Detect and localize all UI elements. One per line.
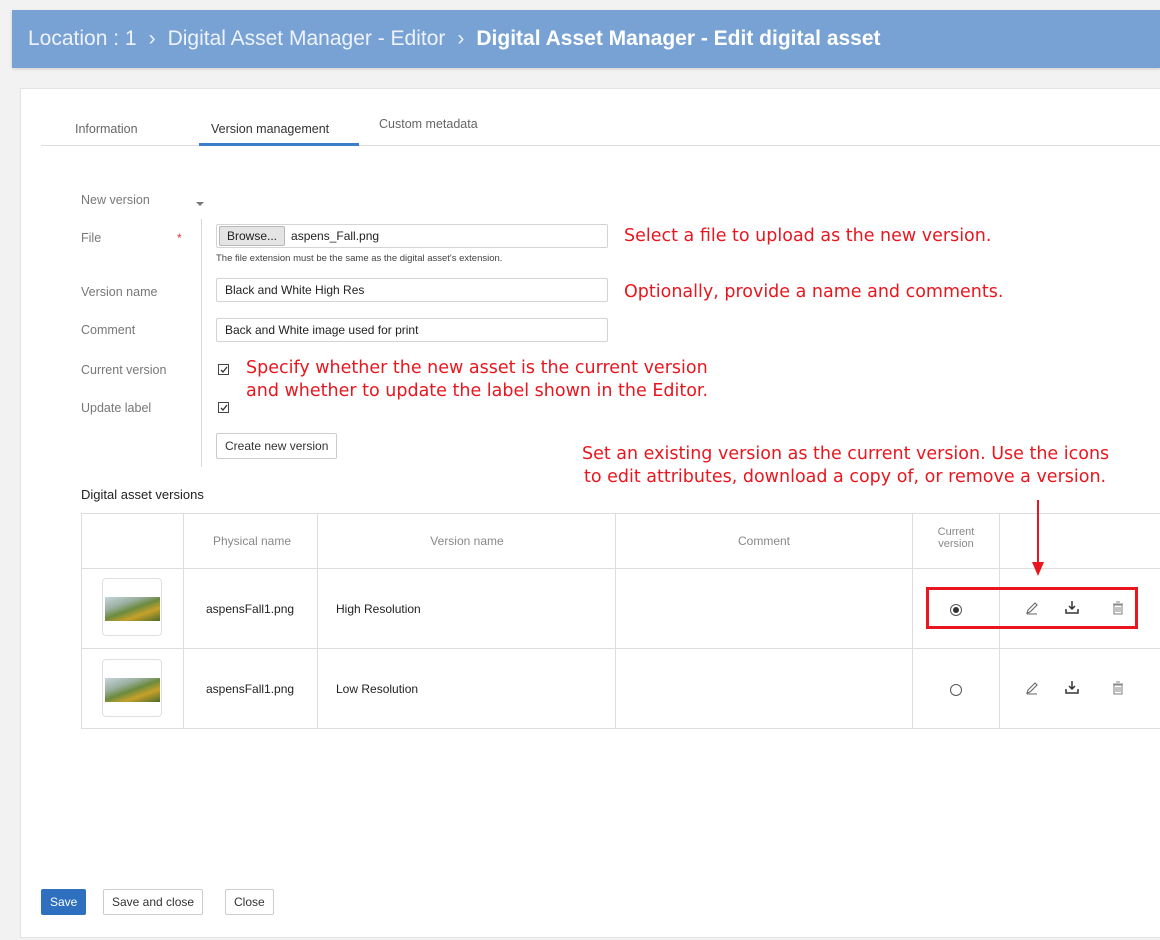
column-header-current-line1: Current — [937, 526, 975, 538]
breadcrumb-separator-icon: › — [148, 27, 156, 50]
save-button[interactable]: Save — [41, 889, 87, 915]
active-tab-indicator — [199, 143, 359, 146]
file-label: File — [81, 231, 102, 245]
download-icon[interactable] — [1064, 679, 1080, 695]
column-header-current-line2: version — [938, 538, 974, 550]
tab-version-management[interactable]: Version management — [211, 122, 329, 136]
comment-label: Comment — [81, 323, 136, 337]
column-divider — [615, 514, 616, 729]
file-name: aspens_Fall.png — [291, 229, 380, 243]
check-icon — [220, 404, 228, 411]
annotation-checks-line2: and whether to update the label shown in… — [246, 381, 709, 401]
delete-icon[interactable] — [1110, 680, 1126, 696]
column-divider — [912, 514, 913, 729]
edit-icon[interactable] — [1024, 680, 1040, 696]
breadcrumb-location[interactable]: Location : 1 — [28, 27, 137, 51]
required-marker: * — [177, 231, 182, 245]
file-hint: The file extension must be the same as t… — [216, 253, 503, 264]
annotation-table-line1: Set an existing version as the current v… — [582, 444, 1110, 464]
column-header-current-version: Current version — [916, 526, 996, 550]
annotation-name: Optionally, provide a name and comments. — [624, 282, 1004, 302]
tab-bar: Information Version management Custom me… — [41, 113, 1160, 146]
column-divider — [317, 514, 318, 729]
row-divider — [82, 648, 1160, 649]
column-header-version-name: Version name — [430, 534, 504, 548]
thumbnail-image — [105, 597, 160, 621]
page-title: Digital Asset Manager - Edit digital ass… — [476, 27, 881, 50]
file-input[interactable]: Browse... aspens_Fall.png — [216, 224, 608, 248]
version-name-input[interactable]: Black and White High Res — [216, 278, 608, 302]
create-new-version-button[interactable]: Create new version — [216, 433, 338, 459]
comment-input[interactable]: Back and White image used for print — [216, 318, 608, 342]
annotation-file: Select a file to upload as the new versi… — [624, 226, 992, 246]
row-divider — [82, 568, 1160, 569]
form-divider — [201, 219, 202, 467]
chevron-down-icon[interactable] — [195, 201, 205, 207]
column-header-comment: Comment — [737, 534, 790, 548]
thumbnail[interactable] — [102, 578, 162, 636]
column-header-physical-name: Physical name — [212, 534, 292, 548]
current-version-label: Current version — [81, 363, 167, 377]
annotation-table-line2: to edit attributes, download a copy of, … — [584, 467, 1107, 487]
check-icon — [220, 366, 228, 373]
breadcrumb-separator-icon: › — [457, 27, 465, 50]
tab-information[interactable]: Information — [75, 122, 138, 136]
column-divider — [183, 514, 184, 729]
current-version-checkbox[interactable] — [218, 364, 229, 375]
annotation-checks-line1: Specify whether the new asset is the cur… — [246, 358, 708, 378]
close-button[interactable]: Close — [225, 889, 274, 915]
breadcrumb-editor[interactable]: Digital Asset Manager - Editor — [168, 27, 446, 51]
current-version-radio[interactable] — [950, 684, 962, 696]
browse-button[interactable]: Browse... — [219, 226, 286, 246]
edit-panel: Information Version management Custom me… — [20, 88, 1160, 938]
update-label-label: Update label — [81, 401, 152, 415]
save-and-close-button[interactable]: Save and close — [103, 889, 204, 915]
annotation-highlight-box — [926, 587, 1138, 629]
version-name-label: Version name — [81, 285, 158, 299]
version-name-cell: Low Resolution — [336, 682, 419, 696]
versions-section-title: Digital asset versions — [81, 487, 204, 502]
thumbnail[interactable] — [102, 659, 162, 717]
new-version-label[interactable]: New version — [81, 193, 150, 207]
physical-name-cell: aspensFall1.png — [206, 602, 295, 616]
physical-name-cell: aspensFall1.png — [206, 682, 295, 696]
version-name-cell: High Resolution — [336, 602, 421, 616]
thumbnail-image — [105, 678, 160, 702]
update-label-checkbox[interactable] — [218, 402, 229, 413]
tab-custom-metadata[interactable]: Custom metadata — [379, 117, 478, 131]
breadcrumb: Location : 1 › Digital Asset Manager - E… — [12, 10, 1160, 68]
